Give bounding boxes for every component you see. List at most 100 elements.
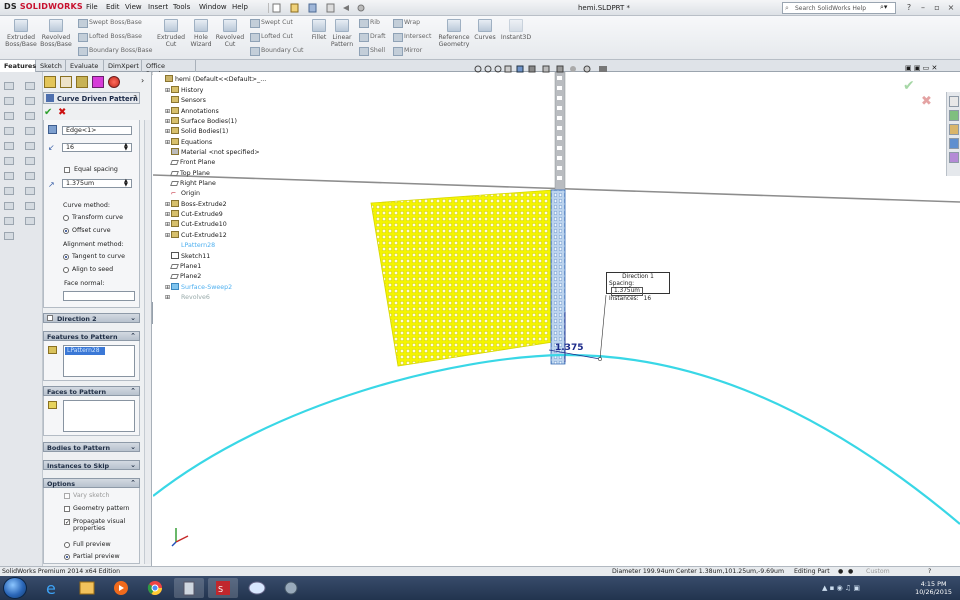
menu-tools[interactable]: Tools [173,3,190,11]
chevron-up-icon[interactable]: ⌃ [130,332,136,340]
direction2-header[interactable]: Direction 2 ⌄ [43,313,140,323]
tree-item-cut-extrude10[interactable]: ⊞ Cut-Extrude10 [165,220,260,230]
transform-curve-radio[interactable] [63,215,69,221]
chevron-down-icon[interactable]: ⌄ [130,461,136,469]
chevron-down-icon[interactable]: ⌄ [130,443,136,451]
intersect-button[interactable]: Intersect [393,33,431,42]
sketch-tool-icon[interactable] [25,127,35,135]
reference-geometry-button[interactable]: Reference Geometry [436,19,472,48]
features-to-pattern-header[interactable]: Features to Pattern ⌃ [43,331,140,341]
start-button[interactable] [3,577,27,599]
driving-curve[interactable] [153,353,960,525]
tree-item-plane2[interactable]: Plane2 [165,272,260,282]
confirm-check-icon[interactable]: ✔ [903,78,915,94]
panel-expand-icon[interactable]: › [141,76,144,85]
sketch-tool-icon[interactable] [25,97,35,105]
lofted-boss-button[interactable]: Lofted Boss/Base [78,33,142,42]
chrome-icon[interactable] [140,578,170,598]
tray-icons[interactable]: ▲ ▪ ◉ ♫ ▣ [822,584,860,592]
tree-item-annotations[interactable]: ⊞ Annotations [165,106,260,117]
tree-item-front-plane[interactable]: Front Plane [165,158,260,168]
search-dropdown-icon[interactable]: ⌕▾ [880,3,887,12]
menu-window[interactable]: Window [199,3,227,11]
quick-access-icons[interactable] [269,3,369,13]
units-selector[interactable]: Custom [866,568,890,575]
menu-view[interactable]: View [125,3,142,11]
resources-icon[interactable] [949,110,959,121]
geometry-pattern-checkbox[interactable] [64,506,70,512]
rib-button[interactable]: Rib [359,19,380,28]
seed-feature[interactable] [550,189,566,365]
rebuild-icon[interactable]: ● [838,568,843,575]
sketch-tool-icon[interactable] [4,232,14,240]
search-input[interactable]: Search SolidWorks Help [782,2,896,14]
display-manager-icon[interactable] [108,76,120,88]
dimxpert-icon[interactable] [92,76,104,88]
help-icon[interactable]: ? [133,94,137,102]
sketch-tool-icon[interactable] [25,112,35,120]
view-tool-icons[interactable] [473,64,643,74]
media-player-icon[interactable] [106,578,136,598]
sketch-tool-icon[interactable] [4,82,14,90]
curves-button[interactable]: Curves [472,19,498,41]
tree-item-top-plane[interactable]: Top Plane [165,169,260,179]
propagate-visual-checkbox[interactable]: ✓ [64,519,70,526]
tree-item-material[interactable]: Material <not specified> [165,148,260,158]
menu-file[interactable]: File [86,3,98,11]
sketch-tool-icon[interactable] [4,142,14,150]
instances-field[interactable]: 16 [62,143,132,152]
graphics-area[interactable]: ▣ ▣ ▭ ✕ ✔ ✖ [153,64,960,566]
wrap-button[interactable]: Wrap [393,19,420,28]
swept-boss-button[interactable]: Swept Boss/Base [78,19,142,28]
spacing-field[interactable]: 1.375um [62,179,132,188]
align-to-seed-radio[interactable] [63,267,69,273]
solidworks-taskbar-icon[interactable]: S [208,578,238,598]
sketch-tool-icon[interactable] [25,172,35,180]
status-icon[interactable]: ● [848,568,853,575]
help-icon[interactable]: ? [903,2,915,14]
minimize-icon[interactable]: – [917,2,929,14]
callout-spacing-value[interactable]: 1.375um [611,287,643,296]
paint-icon[interactable] [242,578,272,598]
tree-item-cut-extrude9[interactable]: ⊞ Cut-Extrude9 [165,210,260,220]
sketch-tool-icon[interactable] [25,142,35,150]
sketch-tool-icon[interactable] [4,202,14,210]
tree-root[interactable]: hemi (Default<<Default>_... [165,75,266,83]
draft-button[interactable]: Draft [359,33,386,42]
sketch-tool-icon[interactable] [4,187,14,195]
direction2-checkbox[interactable] [47,315,53,321]
sketch-tool-icon[interactable] [4,172,14,180]
panel-scrollbar[interactable] [144,120,151,564]
tree-item-origin[interactable]: ⌐ Origin [165,189,260,199]
spacing-dimension[interactable]: 1.375 [555,343,583,353]
restore-icon[interactable]: ▫ [931,2,943,14]
tree-item-sketch11[interactable]: Sketch11 [165,251,260,262]
revolved-boss-button[interactable]: Revolved Boss/Base [40,19,72,48]
tree-item-surface-bodies[interactable]: ⊞ Surface Bodies(1) [165,117,260,127]
home-icon[interactable] [949,96,959,107]
tree-item-plane1[interactable]: Plane1 [165,262,260,272]
file-explorer-icon[interactable] [949,138,959,149]
design-library-icon[interactable] [949,124,959,135]
extruded-cut-button[interactable]: Extruded Cut [156,19,186,48]
close-icon[interactable]: × [945,2,957,14]
ok-icon[interactable]: ✔ [44,107,52,118]
tab-dimxpert[interactable]: DimXpert [104,60,142,72]
sketch-tool-icon[interactable] [4,157,14,165]
shell-button[interactable]: Shell [359,47,385,56]
pattern-direction-field[interactable]: Edge<1> [62,126,132,135]
sketch-tool-icon[interactable] [25,82,35,90]
sketch-tool-icon[interactable] [25,202,35,210]
help-icon[interactable]: ? [928,568,931,575]
confirm-cancel-icon[interactable]: ✖ [921,94,932,109]
feature-tree-icon[interactable] [44,76,56,88]
tree-item-lpattern28[interactable]: LPattern28 [165,241,260,251]
bodies-to-pattern-header[interactable]: Bodies to Pattern ⌄ [43,442,140,452]
tree-item-solid-bodies[interactable]: ⊞ Solid Bodies(1) [165,127,260,137]
tree-item-boss-extrude2[interactable]: ⊞ Boss-Extrude2 [165,199,260,210]
chevron-up-icon[interactable]: ⌃ [130,479,136,487]
tree-item-history[interactable]: ⊞ History [165,86,260,96]
tab-evaluate[interactable]: Evaluate [66,60,104,72]
sketch-tool-icon[interactable] [4,97,14,105]
extruded-boss-button[interactable]: Extruded Boss/Base [5,19,37,48]
